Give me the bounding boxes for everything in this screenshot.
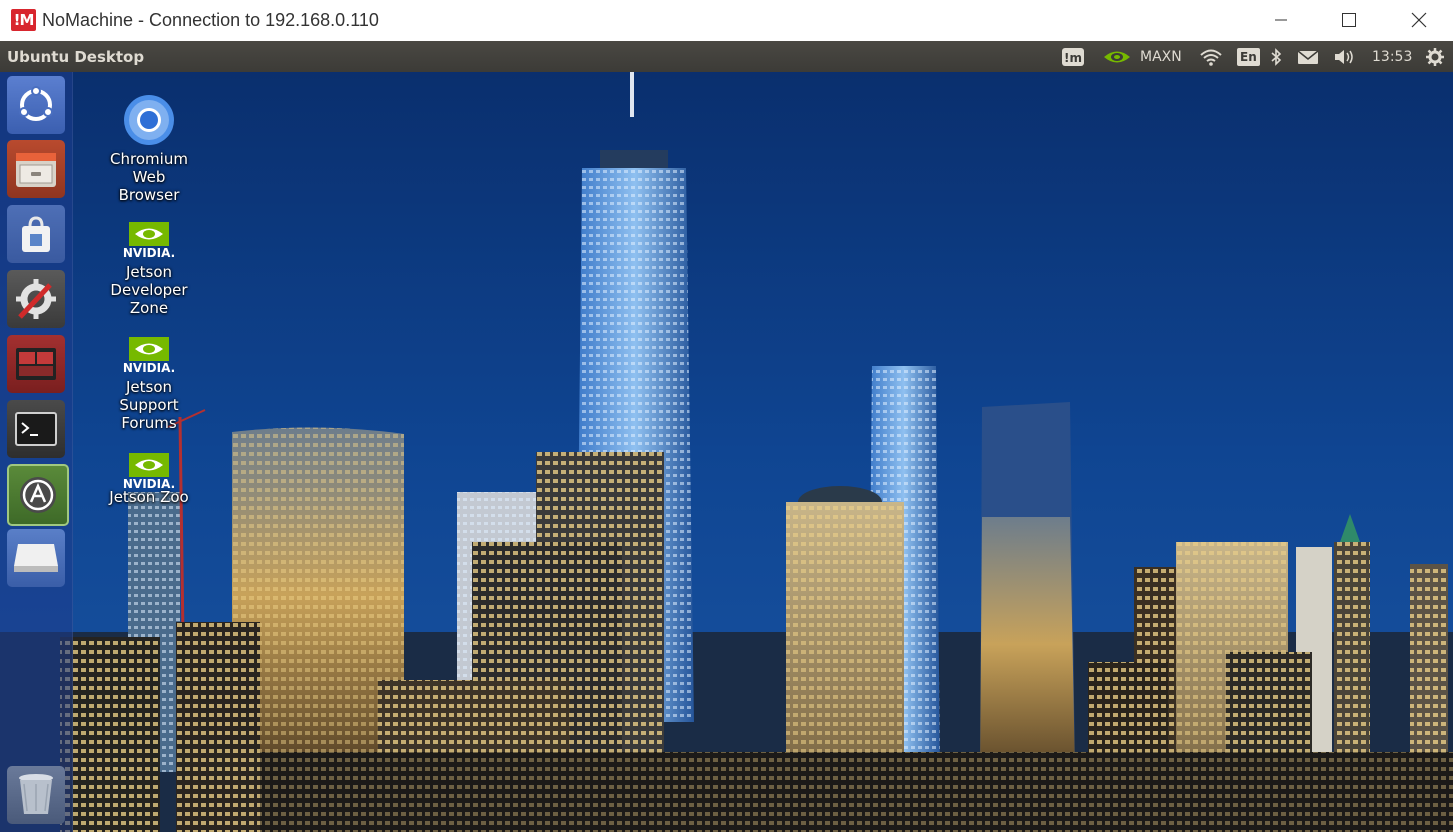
envelope-icon: [1297, 50, 1319, 64]
close-button[interactable]: [1396, 4, 1442, 36]
desktop-icon-chromium[interactable]: Chromium Web Browser: [100, 94, 198, 204]
window-title: NoMachine - Connection to 192.168.0.110: [42, 10, 379, 30]
clock[interactable]: 13:53: [1372, 47, 1412, 67]
trash-icon: [19, 774, 53, 814]
gear-icon: [1426, 48, 1444, 66]
monitor-panel-icon: [16, 348, 56, 380]
session-menu[interactable]: [1425, 47, 1445, 67]
desktop-icon-label: Web: [132, 168, 166, 186]
desktop-icon-label: Forums: [121, 414, 177, 432]
launcher-item-system-settings[interactable]: [7, 270, 65, 328]
desktop-icon-jetson-support-forums[interactable]: NVIDIA. Jetson Support Forums: [100, 336, 198, 432]
updater-icon: [20, 477, 56, 513]
chromium-icon: [124, 95, 174, 145]
panel-title: Ubuntu Desktop: [7, 48, 145, 66]
nvidia-brand-text: NVIDIA.: [123, 246, 175, 259]
svg-text:!m: !m: [1064, 51, 1082, 65]
desktop-icon-jetson-zoo[interactable]: NVIDIA. Jetson Zoo: [100, 452, 198, 506]
file-cabinet-icon: [16, 153, 56, 187]
ubuntu-top-panel: Ubuntu Desktop !m MAXN En 13:53: [0, 41, 1453, 72]
desktop-icon-label: Browser: [118, 186, 180, 204]
volume-icon[interactable]: [1333, 47, 1359, 67]
terminal-icon: [15, 412, 57, 446]
keyboard-layout-label: En: [1237, 48, 1260, 66]
keyboard-layout-indicator[interactable]: En: [1237, 47, 1260, 67]
launcher-item-terminal[interactable]: [7, 400, 65, 458]
ubuntu-logo-icon: [19, 86, 53, 121]
skyline-wallpaper-image: [0, 72, 1453, 832]
gear-wrench-icon: [16, 279, 56, 319]
shopping-bag-icon: [22, 216, 50, 252]
desktop-icon-label: Chromium: [110, 150, 188, 168]
desktop-wallpaper: [0, 72, 1453, 832]
bluetooth-icon[interactable]: [1270, 47, 1282, 67]
minimize-button[interactable]: [1258, 4, 1304, 36]
desktop-icon-label: Jetson: [125, 378, 173, 396]
nvidia-power-indicator[interactable]: [1101, 47, 1133, 67]
desktop-icon-label: Jetson Zoo: [109, 488, 189, 506]
wifi-icon[interactable]: [1199, 47, 1223, 67]
desktop-icon-label: Zone: [129, 299, 169, 317]
launcher-item-software-center[interactable]: [7, 205, 65, 263]
launcher-item-files[interactable]: [7, 140, 65, 198]
nomachine-logo-icon: !M: [11, 9, 36, 31]
nvidia-brand-text: NVIDIA.: [123, 361, 175, 374]
nomachine-indicator-icon: !m: [1062, 48, 1084, 66]
drive-icon: [14, 544, 58, 572]
minimize-icon: [1275, 19, 1287, 21]
launcher-item-dash[interactable]: [7, 76, 65, 134]
launcher-item-trash[interactable]: [7, 766, 65, 824]
nvidia-icon: NVIDIA.: [123, 453, 175, 491]
nomachine-tray-icon[interactable]: !m: [1061, 47, 1085, 67]
unity-launcher: [0, 72, 73, 832]
nvidia-icon: NVIDIA.: [123, 337, 175, 375]
power-mode-label[interactable]: MAXN: [1140, 47, 1182, 67]
maximize-button[interactable]: [1326, 4, 1372, 36]
desktop-icon-jetson-developer-zone[interactable]: NVIDIA. Jetson Developer Zone: [100, 221, 198, 317]
nvidia-eye-icon: [1104, 51, 1130, 63]
launcher-item-system-monitor[interactable]: [7, 335, 65, 393]
desktop-icon-label: Support: [119, 396, 179, 414]
launcher-item-software-updater[interactable]: [7, 464, 69, 526]
window-titlebar: !M NoMachine - Connection to 192.168.0.1…: [0, 0, 1453, 41]
wifi-signal-icon: [1200, 49, 1222, 66]
speaker-icon: [1335, 50, 1353, 64]
nvidia-icon: NVIDIA.: [123, 222, 175, 260]
close-icon: [1411, 12, 1427, 28]
bluetooth-symbol-icon: [1271, 48, 1282, 66]
desktop-icon-label: Jetson: [125, 263, 173, 281]
messaging-icon[interactable]: [1297, 47, 1319, 67]
desktop-icon-label: Developer: [110, 281, 188, 299]
maximize-icon: [1342, 13, 1356, 27]
launcher-item-drive[interactable]: [7, 529, 65, 587]
